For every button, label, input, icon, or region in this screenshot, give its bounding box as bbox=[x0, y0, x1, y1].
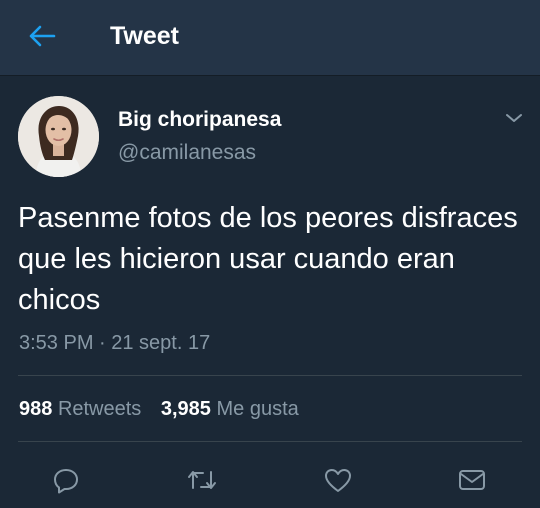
profile-photo bbox=[18, 96, 99, 177]
likes-label: Me gusta bbox=[216, 398, 299, 420]
author-handle[interactable]: @camilanesas bbox=[118, 140, 256, 166]
tweet-stats: 988 Retweets 3,985 Me gusta bbox=[19, 395, 299, 423]
author-display-name[interactable]: Big choripanesa bbox=[118, 107, 281, 133]
tweet-action-bar bbox=[0, 458, 540, 502]
arrow-left-icon bbox=[29, 25, 56, 47]
retweet-icon bbox=[188, 471, 216, 489]
avatar[interactable] bbox=[18, 96, 99, 177]
reply-icon bbox=[54, 469, 78, 494]
page-title: Tweet bbox=[110, 22, 179, 50]
likes-stat[interactable]: 3,985 Me gusta bbox=[161, 398, 299, 420]
back-button[interactable] bbox=[24, 20, 60, 52]
chevron-down-icon bbox=[506, 114, 522, 122]
like-button[interactable] bbox=[320, 462, 356, 498]
direct-message-button[interactable] bbox=[454, 462, 490, 498]
top-bar: Tweet bbox=[0, 0, 540, 76]
likes-count: 3,985 bbox=[160, 398, 211, 420]
direct-message-icon bbox=[459, 470, 485, 490]
divider bbox=[18, 375, 522, 376]
divider bbox=[18, 441, 522, 442]
like-icon bbox=[325, 469, 351, 492]
tweet-text: Pasenme fotos de los peores disfraces qu… bbox=[18, 202, 518, 316]
retweet-button[interactable] bbox=[184, 462, 220, 498]
more-options-button[interactable] bbox=[500, 106, 528, 130]
reply-button[interactable] bbox=[48, 462, 84, 498]
tweet-timestamp[interactable]: 3:53 PM · 21 sept. 17 bbox=[19, 330, 210, 356]
retweets-label: Retweets bbox=[57, 398, 142, 420]
retweets-stat[interactable]: 988 Retweets bbox=[19, 398, 141, 420]
retweets-count: 988 bbox=[19, 398, 53, 420]
